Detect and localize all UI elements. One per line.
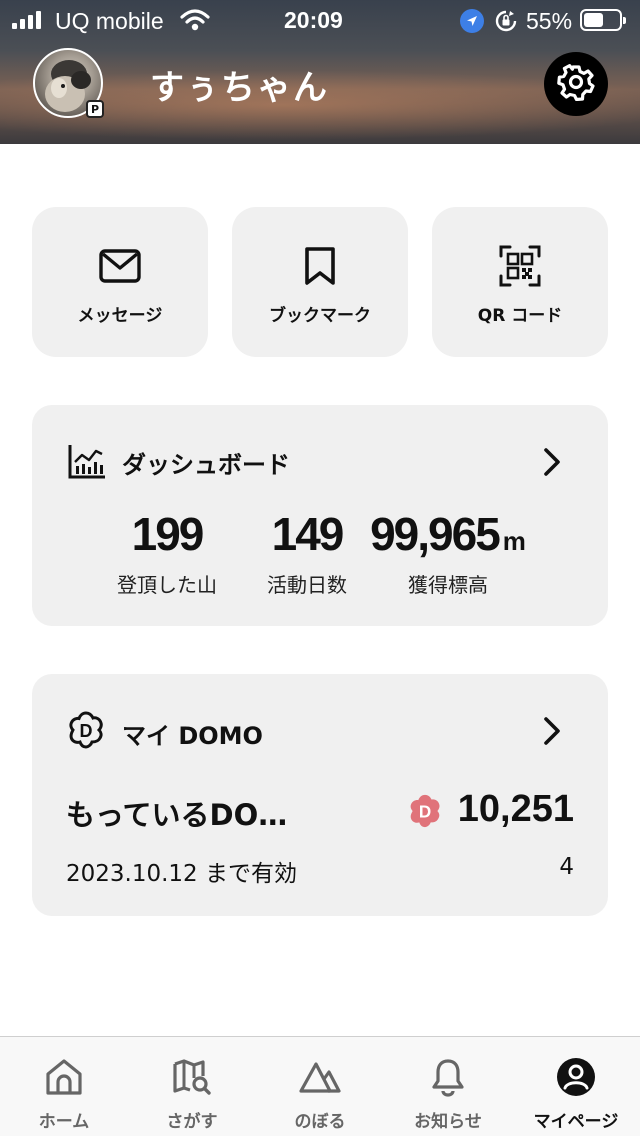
dashboard-title: ダッシュボード [122,451,290,479]
tab-my-page[interactable]: マイページ [512,1037,640,1136]
dashboard-card[interactable]: ダッシュボード 199 登頂した山 149 活動日数 99,965 m 獲得標高 [32,405,608,626]
my-page-screen: UQ mobile 20:09 55% P すぅちゃん メッセージ ブックマーク… [0,0,640,1136]
tab-notifications-label: お知らせ [414,1112,482,1132]
domo-expiry: 2023.10.12 まで有効 [66,861,297,887]
stat-value-summits: 199 [131,508,205,560]
premium-badge: P [86,100,104,118]
battery-icon [580,9,626,31]
stat-label-summits: 登頂した山 [117,573,217,597]
home-icon [44,1057,84,1097]
clock: 20:09 [284,7,343,33]
domo-held-label: もっているDO… [66,798,288,832]
chevron-right-icon [542,447,562,481]
profile-header: UQ mobile 20:09 55% P すぅちゃん [0,0,640,144]
domo-count: 4 [559,854,574,880]
mail-icon [99,245,141,287]
status-bar: UQ mobile 20:09 55% [0,0,640,40]
rotation-lock-icon [494,9,518,39]
location-icon [460,9,484,33]
bell-icon [430,1057,466,1097]
user-icon [556,1057,596,1097]
mountain-icon [298,1057,342,1097]
tab-home-label: ホーム [38,1112,90,1132]
messages-label: メッセージ [77,306,163,326]
my-domo-card[interactable]: D マイ DOMO もっているDO… D 10,251 2023.10.12 ま… [32,674,608,916]
username: すぅちゃん [150,68,329,108]
chevron-right-icon [542,716,562,750]
signal-icon [12,11,41,29]
tab-search-label: さがす [166,1112,218,1132]
stat-label-elevation: 獲得標高 [408,573,488,597]
bookmarks-label: ブックマーク [269,306,371,326]
tab-search[interactable]: さがす [128,1037,256,1136]
bookmark-icon [303,245,337,287]
svg-text:D: D [80,721,93,741]
tab-bar: ホーム さがす のぼる お知らせ マイページ [0,1036,640,1136]
tab-climb[interactable]: のぼる [256,1037,384,1136]
domo-coin-icon: D [406,792,444,834]
tab-notifications[interactable]: お知らせ [384,1037,512,1136]
qr-code-label: QR コード [477,306,563,326]
qr-code-button[interactable]: QR コード [432,207,608,357]
qr-code-icon [499,245,541,287]
tab-home[interactable]: ホーム [0,1037,128,1136]
map-search-icon [172,1057,212,1097]
gear-icon [557,63,595,105]
carrier-name: UQ mobile [55,8,164,34]
bookmarks-button[interactable]: ブックマーク [232,207,408,357]
domo-icon: D [66,710,106,754]
svg-text:D: D [419,803,431,822]
settings-button[interactable] [544,52,608,116]
tab-my-page-label: マイページ [533,1112,619,1132]
my-domo-title: マイ DOMO [122,722,263,750]
elevation-unit: m [502,526,526,556]
tab-climb-label: のぼる [294,1112,346,1132]
stat-value-elevation: 99,965 m [370,508,526,560]
messages-button[interactable]: メッセージ [32,207,208,357]
chart-icon [68,443,106,483]
domo-points: 10,251 [457,788,574,830]
battery-percent: 55% [526,8,573,34]
wifi-icon [180,8,210,38]
